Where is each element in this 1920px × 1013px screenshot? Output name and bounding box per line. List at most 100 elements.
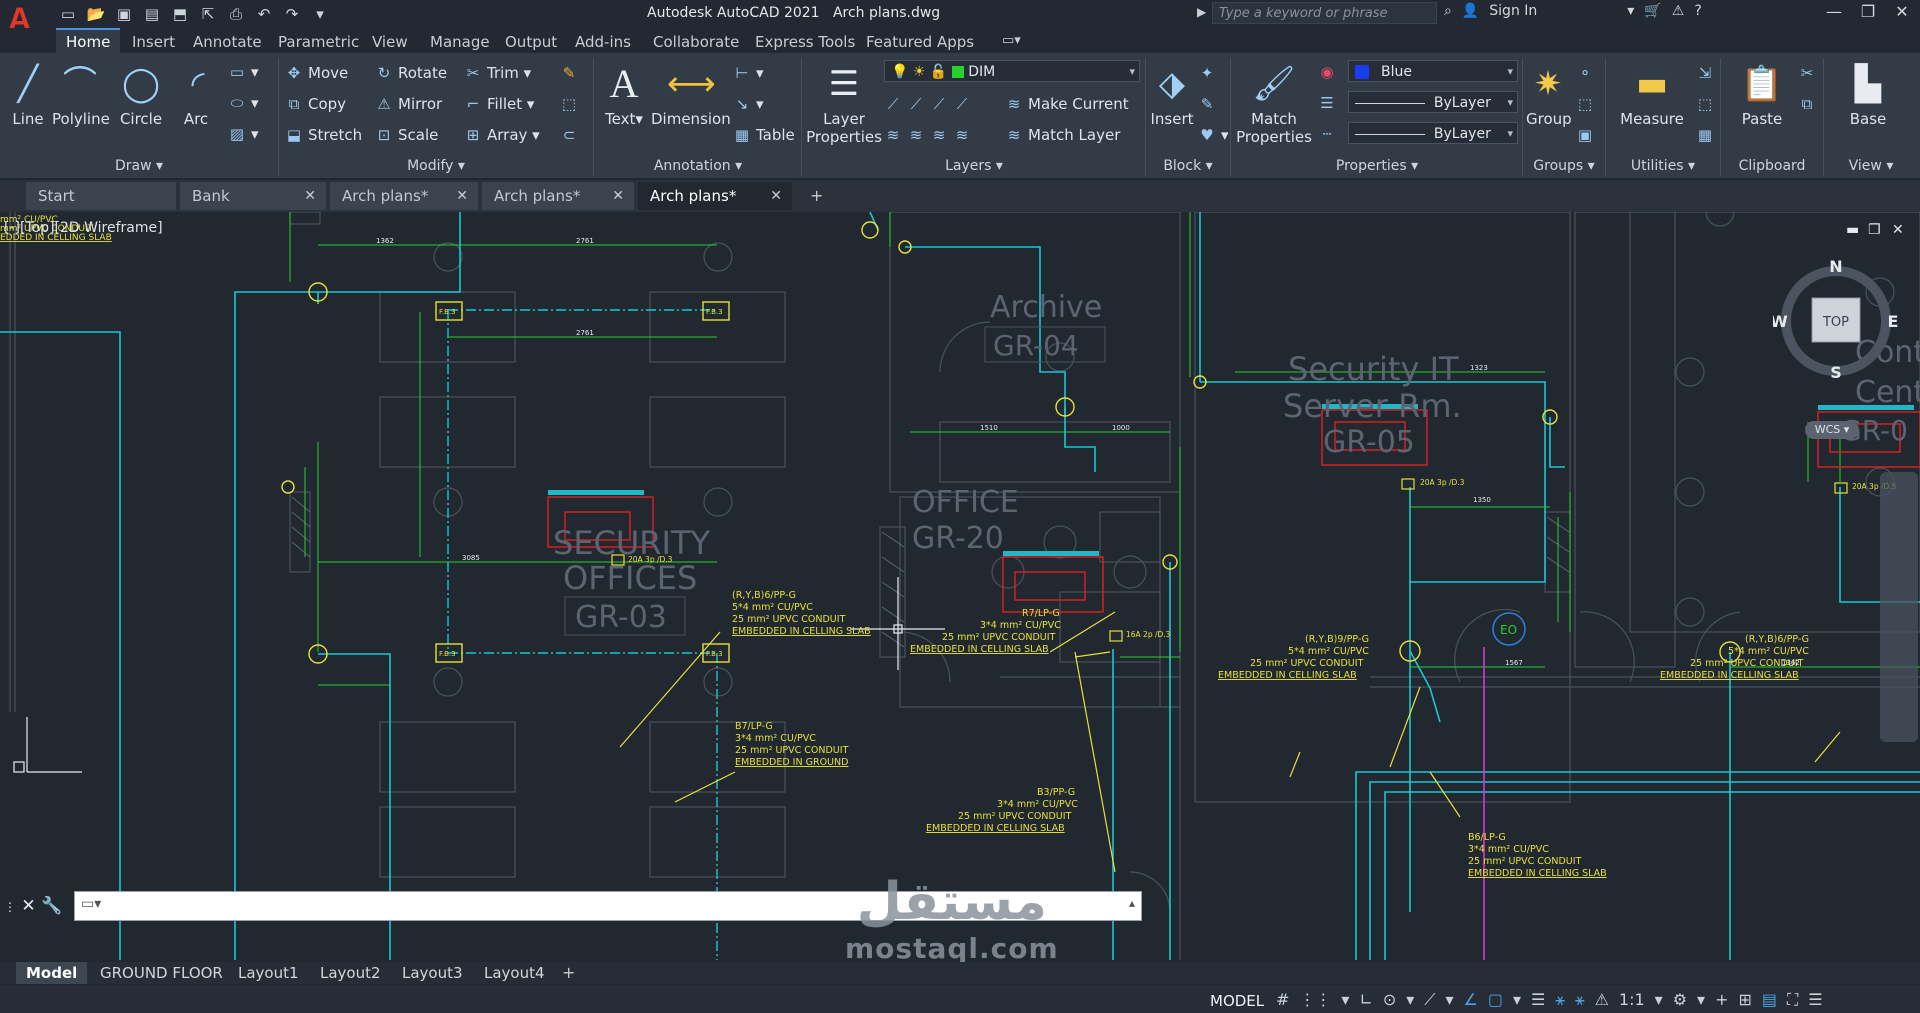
scale-tool[interactable]: ⊡ Scale <box>375 124 439 146</box>
stretch-tool[interactable]: ⬓ Stretch <box>285 124 362 146</box>
polar-icon[interactable]: ⊙ <box>1383 990 1396 1010</box>
line-tool[interactable]: ╱ Line <box>6 62 50 128</box>
text-tool[interactable]: A Text▾ <box>602 62 646 129</box>
layer-tools-row-1[interactable]: ⟋ ⟋ ⟋ ⟋ <box>884 93 976 115</box>
rectangle-tool[interactable]: ▭ ▾ <box>228 61 259 83</box>
panel-draw[interactable]: Draw ▾ <box>0 156 278 176</box>
plot-icon[interactable]: ⎙ <box>226 4 246 24</box>
panel-modify[interactable]: Modify ▾ <box>280 156 592 176</box>
cut-tool[interactable]: ✂ <box>1798 62 1821 84</box>
copy-tool[interactable]: ⧉ Copy <box>285 93 346 115</box>
layout-tab-model[interactable]: Model <box>16 962 88 984</box>
workspace-gear-icon[interactable]: ⚙ <box>1673 990 1687 1010</box>
autodesk-app-icon[interactable]: ⚠ <box>1672 3 1685 19</box>
workspace-dropdown-icon[interactable]: ▾ <box>1697 990 1705 1010</box>
lineweight-dropdown[interactable]: ByLayer <box>1348 91 1518 114</box>
tab-parametric[interactable]: Parametric <box>268 30 369 54</box>
panel-groups[interactable]: Groups ▾ <box>1524 156 1604 176</box>
search-icon[interactable]: ⌕ <box>1444 3 1452 19</box>
make-current-button[interactable]: ≋ Make Current <box>1005 93 1129 115</box>
export-icon[interactable]: ⇱ <box>198 4 218 24</box>
paste-tool[interactable]: 📋 Paste <box>1724 62 1800 128</box>
open-icon[interactable]: 📂 <box>86 4 106 24</box>
trim-tool[interactable]: ✂ Trim ▾ <box>464 62 532 84</box>
snap-icon[interactable]: ⋮⋮ <box>1299 990 1331 1010</box>
units-icon[interactable]: ⊞ <box>1738 990 1751 1010</box>
tab-output[interactable]: Output <box>495 30 567 54</box>
measure-tool[interactable]: ▬ Measure <box>1614 62 1690 128</box>
layer-dropdown[interactable]: 💡 ☀ 🔓 DIM <box>884 60 1140 83</box>
scale-dropdown-icon[interactable]: ▾ <box>1655 990 1663 1010</box>
ellipse-tool[interactable]: ⬭ ▾ <box>228 92 259 114</box>
circle-tool[interactable]: ◯ Circle <box>118 62 164 128</box>
isodraft-icon[interactable]: ⟋ <box>1424 990 1435 1010</box>
tab-manage[interactable]: Manage <box>420 30 500 54</box>
qat-dropdown-icon[interactable]: ▾ <box>310 4 330 24</box>
tab-view[interactable]: View <box>362 30 418 54</box>
viewport-restore-icon[interactable]: ❐ <box>1868 222 1881 238</box>
move-tool[interactable]: ✥ Move <box>285 62 349 84</box>
auto-scale-icon[interactable]: ⚹ <box>1575 990 1585 1010</box>
sign-in-dropdown-icon[interactable]: ▾ <box>1627 3 1634 19</box>
navigation-bar[interactable] <box>1880 472 1918 742</box>
color-wheel-tool[interactable]: ◉ <box>1318 61 1341 83</box>
layout-tab-layout1[interactable]: Layout1 <box>228 962 309 984</box>
command-expand-icon[interactable]: ▴ <box>1129 896 1135 910</box>
match-layer-button[interactable]: ≋ Match Layer <box>1005 124 1121 146</box>
cart-icon[interactable]: 🛒 <box>1644 3 1661 19</box>
user-icon[interactable]: 👤 <box>1462 3 1479 19</box>
linetype-dropdown[interactable]: ByLayer <box>1348 122 1518 145</box>
save-icon[interactable]: ▣ <box>114 4 134 24</box>
id-point-tool[interactable]: ⇲ <box>1696 62 1719 84</box>
isodraft-dropdown-icon[interactable]: ▾ <box>1445 990 1453 1010</box>
group-tool[interactable]: ✷ Group <box>1526 62 1572 128</box>
minimize-icon[interactable]: — <box>1824 2 1844 21</box>
group-selection-tool[interactable]: ▣ <box>1576 124 1599 146</box>
search-expand-icon[interactable]: ▶ <box>1197 5 1206 19</box>
ortho-icon[interactable]: ∟ <box>1359 990 1372 1010</box>
file-tab-bank[interactable]: Bank ✕ <box>180 182 326 210</box>
file-tab-arch-plans-3[interactable]: Arch plans* ✕ <box>638 182 792 210</box>
offset-tool[interactable]: ⊂ <box>560 124 583 146</box>
object-snap-tracking-icon[interactable]: ∠ <box>1464 990 1478 1010</box>
insert-tool[interactable]: ⬗ Insert <box>1150 62 1194 128</box>
panel-annotation[interactable]: Annotation ▾ <box>596 156 800 176</box>
close-tab-icon[interactable]: ✕ <box>770 182 782 210</box>
ribbon-minimize-icon[interactable]: ▭▾ <box>1002 33 1021 48</box>
annotation-scale-value[interactable]: 1:1 <box>1619 990 1645 1010</box>
restore-icon[interactable]: ❐ <box>1858 2 1878 21</box>
explode-tool[interactable]: ⬚ <box>560 93 583 115</box>
polyline-tool[interactable]: ⌒ Polyline <box>52 62 110 128</box>
command-history-icon[interactable]: ▭▾ <box>81 896 101 912</box>
file-tab-start[interactable]: Start <box>26 182 176 210</box>
panel-view[interactable]: View ▾ <box>1826 156 1916 176</box>
polar-dropdown-icon[interactable]: ▾ <box>1406 990 1414 1010</box>
layout-tab-layout3[interactable]: Layout3 <box>392 962 473 984</box>
model-space-toggle[interactable]: MODEL <box>1210 992 1264 1010</box>
mirror-tool[interactable]: ⚠ Mirror <box>375 93 442 115</box>
quick-select-tool[interactable]: ⬚ <box>1696 93 1719 115</box>
file-tab-arch-plans-1[interactable]: Arch plans* ✕ <box>330 182 478 210</box>
hatch-tool[interactable]: ▨ ▾ <box>228 123 259 145</box>
viewport-close-icon[interactable]: ✕ <box>1892 222 1904 238</box>
add-layout-icon[interactable]: + <box>562 962 575 984</box>
tab-insert[interactable]: Insert <box>122 30 185 54</box>
dimension-tool[interactable]: ⟷ Dimension <box>651 62 731 128</box>
layer-tools-row-2[interactable]: ≋ ≋ ≋ ≋ <box>884 124 976 146</box>
panel-properties[interactable]: Properties ▾ <box>1232 156 1522 176</box>
sign-in-link[interactable]: Sign In <box>1489 3 1537 19</box>
close-tab-icon[interactable]: ✕ <box>612 182 624 210</box>
copy-clip-tool[interactable]: ⧉ <box>1798 93 1821 115</box>
leader-tool[interactable]: ↘ ▾ <box>733 93 764 115</box>
ungroup-tool[interactable]: ⚬ <box>1576 62 1599 84</box>
group-edit-tool[interactable]: ⬚ <box>1576 93 1599 115</box>
base-view-tool[interactable]: ▙ Base <box>1840 62 1896 128</box>
file-tab-arch-plans-2[interactable]: Arch plans* ✕ <box>482 182 634 210</box>
panel-utilities[interactable]: Utilities ▾ <box>1607 156 1719 176</box>
close-tab-icon[interactable]: ✕ <box>304 182 316 210</box>
erase-tool[interactable]: ✎ <box>560 62 583 84</box>
close-tab-icon[interactable]: ✕ <box>456 182 468 210</box>
tab-add-ins[interactable]: Add-ins <box>565 30 641 54</box>
linear-dim-tool[interactable]: ⊢ ▾ <box>733 62 763 84</box>
layout-tab-layout4[interactable]: Layout4 <box>474 962 555 984</box>
